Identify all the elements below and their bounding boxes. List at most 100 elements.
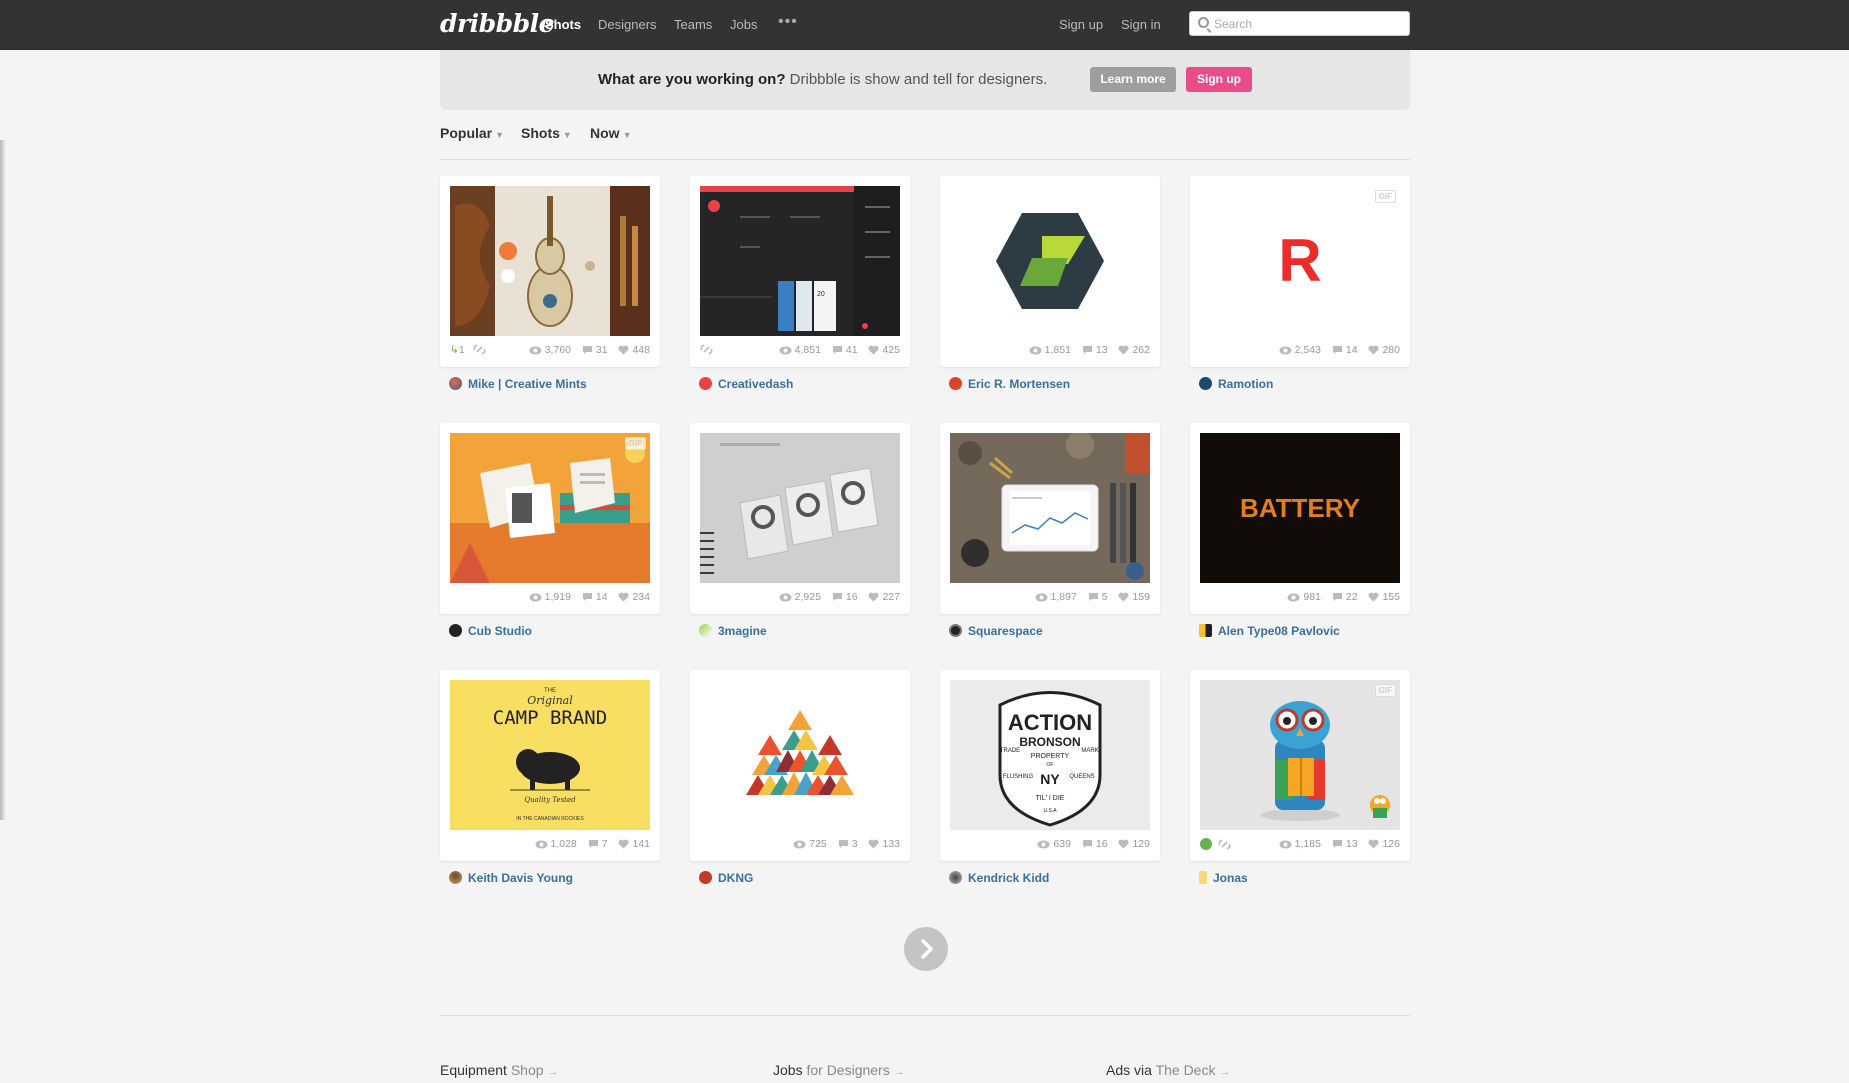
- likes-count[interactable]: 280: [1368, 344, 1400, 356]
- shot-card[interactable]: BATTERY 981 22 155: [1190, 423, 1410, 614]
- search-input[interactable]: [1214, 15, 1399, 33]
- likes-count[interactable]: 155: [1368, 591, 1400, 603]
- likes-count[interactable]: 141: [618, 838, 650, 850]
- promo-sign-up-button[interactable]: Sign up: [1186, 67, 1252, 92]
- shot-thumbnail-dark-dashboard[interactable]: 20: [700, 186, 900, 336]
- filter-shots[interactable]: Shots ▼: [521, 125, 572, 141]
- rebound-link[interactable]: [1200, 838, 1234, 851]
- filter-now[interactable]: Now ▼: [590, 125, 631, 141]
- comments-count[interactable]: 14: [1332, 344, 1358, 356]
- shot-card[interactable]: THE Original CAMP BRAND Quality Tested I…: [440, 670, 660, 861]
- filter-popular[interactable]: Popular ▼: [440, 125, 504, 141]
- comments-count[interactable]: 16: [1082, 838, 1108, 850]
- shot-author[interactable]: 3magine: [699, 624, 767, 638]
- learn-more-button[interactable]: Learn more: [1090, 67, 1176, 92]
- shot-thumbnail-triangles[interactable]: [700, 680, 900, 830]
- comments-count[interactable]: 41: [832, 344, 858, 356]
- likes-count[interactable]: 448: [618, 344, 650, 356]
- next-page-button[interactable]: [904, 927, 948, 971]
- comment-icon: [832, 346, 842, 354]
- shot-thumbnail-battery[interactable]: BATTERY: [1200, 433, 1400, 583]
- shot-author[interactable]: Alen Type08 Pavlovic: [1199, 624, 1340, 638]
- shot-thumbnail-orange-illustration[interactable]: GIF: [450, 433, 650, 583]
- shot-card[interactable]: 2,925 16 227: [690, 423, 910, 614]
- more-menu-icon[interactable]: •••: [778, 13, 798, 31]
- shot-author[interactable]: Keith Davis Young: [449, 871, 573, 885]
- shot-author[interactable]: Ramotion: [1199, 377, 1273, 391]
- comments-count[interactable]: 5: [1088, 591, 1108, 603]
- comments-count[interactable]: 3: [838, 838, 858, 850]
- shot-card[interactable]: R GIF 2,543 14 280: [1190, 176, 1410, 367]
- likes-count[interactable]: 425: [868, 344, 900, 356]
- dribbble-logo[interactable]: dribbble: [440, 9, 555, 38]
- shot-author[interactable]: Kendrick Kidd: [949, 871, 1049, 885]
- nav-designers[interactable]: Designers: [598, 17, 657, 32]
- shot-author[interactable]: Creativedash: [699, 377, 793, 391]
- rebound-link[interactable]: ↳1: [450, 344, 489, 356]
- rebound-icon: [1200, 838, 1212, 850]
- shot-author[interactable]: Squarespace: [949, 624, 1043, 638]
- comments-count[interactable]: 13: [1332, 838, 1358, 850]
- nav-jobs[interactable]: Jobs: [730, 17, 757, 32]
- action-property: PROPERTY: [1031, 753, 1070, 760]
- views-value: 981: [1303, 591, 1321, 603]
- likes-count[interactable]: 126: [1368, 838, 1400, 850]
- shot-author[interactable]: DKNG: [699, 871, 753, 885]
- comments-value: 22: [1345, 591, 1358, 603]
- views-value: 4,851: [794, 344, 821, 356]
- footer-jobs-for-designers[interactable]: Jobs for Designers →: [773, 1062, 905, 1078]
- likes-count[interactable]: 262: [1118, 344, 1150, 356]
- comments-count[interactable]: 14: [582, 591, 608, 603]
- comments-count[interactable]: 22: [1332, 591, 1358, 603]
- nav-teams[interactable]: Teams: [674, 17, 712, 32]
- shot-author[interactable]: Cub Studio: [449, 624, 532, 638]
- attachment-icon[interactable]: [473, 344, 489, 356]
- attachment-icon[interactable]: [700, 344, 716, 356]
- likes-count[interactable]: 133: [868, 838, 900, 850]
- eye-icon: [1035, 593, 1047, 602]
- sign-in-link[interactable]: Sign in: [1121, 17, 1161, 32]
- nav-shots[interactable]: Shots: [545, 17, 581, 32]
- comments-value: 41: [845, 344, 858, 356]
- shot-card[interactable]: 20 4,851 41 425: [690, 176, 910, 367]
- footer-equipment-shop[interactable]: Equipment Shop →: [440, 1062, 558, 1078]
- author-name: 3magine: [718, 624, 767, 638]
- sign-up-link[interactable]: Sign up: [1059, 17, 1103, 32]
- shot-thumbnail-action-bronson[interactable]: ACTION BRONSON TRADE MARK PROPERTY OF FL…: [950, 680, 1150, 830]
- shot-thumbnail-ipad-desk[interactable]: [950, 433, 1150, 583]
- heart-icon: [618, 839, 629, 849]
- action-right: MARK: [1081, 748, 1098, 754]
- promo-text: What are you working on? Dribbble is sho…: [598, 71, 1047, 88]
- shot-author[interactable]: Jonas: [1199, 871, 1248, 885]
- shot-thumbnail-paper-ui-cards[interactable]: [700, 433, 900, 583]
- shot-thumbnail-hexagon-logo[interactable]: [950, 186, 1150, 336]
- shot-author[interactable]: Eric R. Mortensen: [949, 377, 1070, 391]
- likes-count[interactable]: 234: [618, 591, 650, 603]
- views-count: 3,760: [529, 344, 571, 356]
- search-box[interactable]: [1189, 11, 1410, 36]
- shot-card[interactable]: 1,897 5 159: [940, 423, 1160, 614]
- shot-card[interactable]: 725 3 133: [690, 670, 910, 861]
- footer-ads-via-the-deck[interactable]: Ads via The Deck →: [1106, 1062, 1230, 1078]
- shot-thumbnail-owl-3d[interactable]: GIF: [1200, 680, 1400, 830]
- comments-count[interactable]: 31: [582, 344, 608, 356]
- likes-count[interactable]: 129: [1118, 838, 1150, 850]
- comments-value: 14: [1345, 344, 1358, 356]
- comments-count[interactable]: 13: [1082, 344, 1108, 356]
- shot-card[interactable]: GIF 1,919 14 234: [440, 423, 660, 614]
- shot-thumbnail-red-r[interactable]: R GIF: [1200, 186, 1400, 336]
- likes-count[interactable]: 159: [1118, 591, 1150, 603]
- comments-value: 13: [1095, 344, 1108, 356]
- comments-count[interactable]: 7: [588, 838, 608, 850]
- shot-card[interactable]: 1,851 13 262: [940, 176, 1160, 367]
- shot-card[interactable]: GIF 1,185 13 126: [1190, 670, 1410, 861]
- shot-card[interactable]: ACTION BRONSON TRADE MARK PROPERTY OF FL…: [940, 670, 1160, 861]
- shot-thumbnail-camp-brand[interactable]: THE Original CAMP BRAND Quality Tested I…: [450, 680, 650, 830]
- comment-icon: [1332, 593, 1342, 601]
- shot-author[interactable]: Mike | Creative Mints: [449, 377, 587, 391]
- shot-card[interactable]: ↳1 3,760 31 448: [440, 176, 660, 367]
- comments-count[interactable]: 16: [832, 591, 858, 603]
- likes-count[interactable]: 227: [868, 591, 900, 603]
- attachment-icon[interactable]: [1218, 839, 1234, 851]
- shot-thumbnail-violin[interactable]: [450, 186, 650, 336]
